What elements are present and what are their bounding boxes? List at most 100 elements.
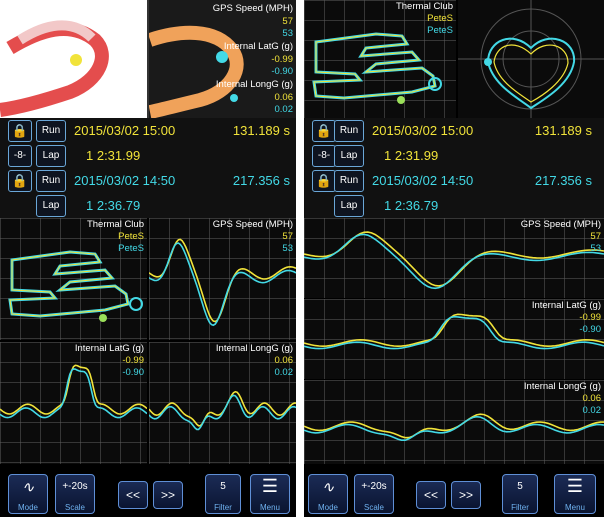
- mode-label: Mode: [17, 503, 38, 512]
- mode-graph-icon: ∿: [21, 479, 35, 496]
- top-latg-yellow: -0.99: [271, 54, 293, 65]
- run-button[interactable]: Run: [36, 170, 66, 192]
- bottom-toolbar: ∿ Mode +-20s Scale << >> 5 Filter ☰ Menu: [0, 469, 296, 517]
- scale-label: Scale: [363, 503, 384, 512]
- filter-button[interactable]: 5 Filter: [502, 474, 538, 514]
- prev-button[interactable]: <<: [416, 481, 446, 509]
- gg-diagram-panel[interactable]: [458, 0, 604, 118]
- run-duration: 217.356 s: [232, 173, 290, 188]
- lock-icon[interactable]: 🔒: [8, 120, 32, 142]
- right-phone-screen: Thermal Club PeteS PeteS 🔒 Run 2015/03/0…: [304, 0, 604, 517]
- sync-icon[interactable]: -8-: [312, 145, 336, 167]
- lap-row: -8- Lap 1 2:31.99: [304, 145, 604, 170]
- longg-cyan: 0.02: [274, 367, 294, 378]
- longg-cyan: 0.02: [582, 405, 602, 416]
- lock-icon[interactable]: 🔒: [312, 120, 336, 142]
- latg-graph: [304, 313, 604, 350]
- lap-button[interactable]: Lap: [334, 145, 364, 167]
- top-speed-cyan: 53: [282, 28, 293, 39]
- longg-graph-panel[interactable]: Internal LongG (g) 0.06 0.02: [149, 342, 296, 464]
- run-row: 🔒 Run 2015/03/02 14:50 217.356 s: [0, 170, 296, 195]
- scale-label: Scale: [64, 503, 85, 512]
- mode-graph-icon: ∿: [321, 479, 335, 496]
- track-closeup-graphic: [0, 0, 296, 118]
- gg-diagram: [458, 0, 604, 118]
- map-driver-yellow: PeteS: [118, 231, 144, 242]
- top-longg-cyan: 0.02: [274, 104, 294, 115]
- run-duration: 217.356 s: [534, 173, 592, 188]
- lock-icon[interactable]: 🔒: [312, 170, 336, 192]
- map-driver-cyan: PeteS: [118, 243, 144, 254]
- latg-graph-panel[interactable]: Internal LatG (g) -0.99 -0.90: [0, 342, 147, 464]
- scale-button[interactable]: +-20s Scale: [55, 474, 95, 514]
- lap-row: Lap 1 2:36.79: [304, 195, 604, 220]
- mode-button[interactable]: ∿ Mode: [8, 474, 48, 514]
- speed-yellow: 57: [590, 231, 601, 242]
- latg-cyan: -0.90: [122, 367, 144, 378]
- top-speed-yellow: 57: [282, 16, 293, 27]
- run-button[interactable]: Run: [334, 120, 364, 142]
- run-date: 2015/03/02 14:50: [372, 173, 474, 188]
- lap-button[interactable]: Lap: [36, 195, 66, 217]
- top-latg-cyan: -0.90: [271, 66, 293, 77]
- latg-title: Internal LatG (g): [74, 343, 144, 354]
- lap-button[interactable]: Lap: [36, 145, 66, 167]
- map-track-name: Thermal Club: [86, 219, 144, 230]
- scale-button[interactable]: +-20s Scale: [354, 474, 394, 514]
- run-duration: 131.189 s: [232, 123, 290, 138]
- speed-graph: [149, 238, 296, 327]
- map-driver-yellow: PeteS: [427, 13, 453, 24]
- scale-value: +-20s: [62, 481, 88, 492]
- run-date: 2015/03/02 15:00: [74, 123, 176, 138]
- map-track-name: Thermal Club: [395, 1, 453, 12]
- hamburger-icon: ☰: [566, 476, 584, 496]
- longg-title: Internal LongG (g): [215, 343, 293, 354]
- filter-value: 5: [517, 481, 523, 492]
- menu-button[interactable]: ☰ Menu: [554, 474, 596, 514]
- map-driver-cyan: PeteS: [427, 25, 453, 36]
- lap-time: 1 2:36.79: [86, 198, 141, 213]
- longg-yellow: 0.06: [582, 393, 602, 404]
- mode-label: Mode: [317, 503, 338, 512]
- lap-time: 1 2:31.99: [384, 148, 439, 163]
- lap-button[interactable]: Lap: [334, 195, 364, 217]
- lap-time: 1 2:31.99: [86, 148, 141, 163]
- longg-title: Internal LongG (g): [523, 381, 601, 392]
- top-speed-title: GPS Speed (MPH): [212, 3, 293, 14]
- latg-cyan: -0.90: [579, 324, 601, 335]
- track-map-panel[interactable]: Thermal Club PeteS PeteS: [304, 0, 456, 118]
- speed-cyan: 53: [282, 243, 293, 254]
- speed-graph-panel[interactable]: GPS Speed (MPH) 57 53: [304, 218, 604, 298]
- next-button[interactable]: >>: [153, 481, 183, 509]
- run-button[interactable]: Run: [36, 120, 66, 142]
- filter-label: Filter: [214, 503, 232, 512]
- lock-icon[interactable]: 🔒: [8, 170, 32, 192]
- lap-time: 1 2:36.79: [384, 198, 439, 213]
- top-longg-title: Internal LongG (g): [215, 79, 293, 90]
- run-duration: 131.189 s: [534, 123, 592, 138]
- latg-graph-panel[interactable]: Internal LatG (g) -0.99 -0.90: [304, 299, 604, 379]
- left-run-info: 🔒 Run 2015/03/02 15:00 131.189 s -8- Lap…: [0, 118, 296, 218]
- latg-yellow: -0.99: [579, 312, 601, 323]
- latg-yellow: -0.99: [122, 355, 144, 366]
- run-row: 🔒 Run 2015/03/02 15:00 131.189 s: [0, 120, 296, 145]
- prev-button[interactable]: <<: [118, 481, 148, 509]
- scale-value: +-20s: [361, 481, 387, 492]
- mode-button[interactable]: ∿ Mode: [308, 474, 348, 514]
- speed-cyan: 53: [590, 243, 601, 254]
- filter-button[interactable]: 5 Filter: [205, 474, 241, 514]
- hamburger-icon: ☰: [261, 476, 279, 496]
- track-map-panel[interactable]: Thermal Club PeteS PeteS: [0, 218, 147, 340]
- next-button[interactable]: >>: [451, 481, 481, 509]
- run-date: 2015/03/02 15:00: [372, 123, 474, 138]
- speed-graph-panel[interactable]: GPS Speed (MPH) 57 53: [149, 218, 296, 340]
- menu-button[interactable]: ☰ Menu: [250, 474, 290, 514]
- sync-icon[interactable]: -8-: [8, 145, 32, 167]
- lap-row: Lap 1 2:36.79: [0, 195, 296, 220]
- run-button[interactable]: Run: [334, 170, 364, 192]
- right-run-info: 🔒 Run 2015/03/02 15:00 131.189 s -8- Lap…: [304, 118, 604, 218]
- next-label: >>: [458, 488, 473, 502]
- longg-graph-panel[interactable]: Internal LongG (g) 0.06 0.02: [304, 380, 604, 464]
- lap-row: -8- Lap 1 2:31.99: [0, 145, 296, 170]
- top-longg-yellow: 0.06: [274, 92, 294, 103]
